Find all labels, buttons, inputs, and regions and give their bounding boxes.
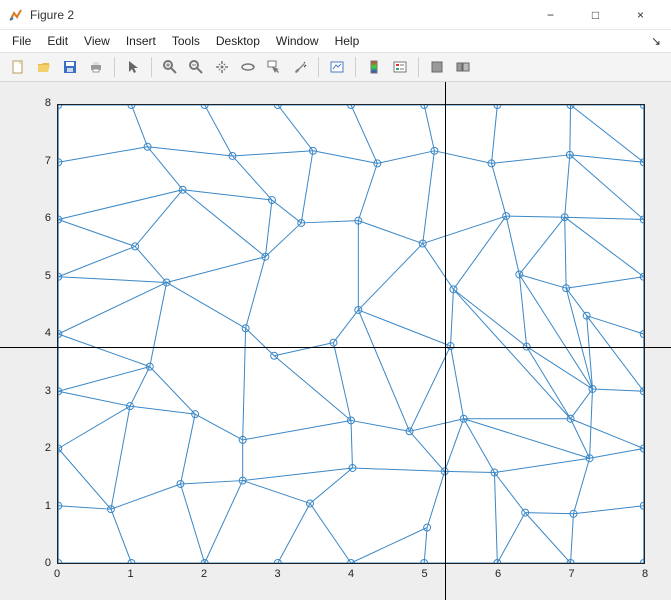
- x-tick-label: 2: [194, 568, 214, 580]
- menu-help[interactable]: Help: [329, 32, 366, 50]
- menu-desktop[interactable]: Desktop: [210, 32, 266, 50]
- show-tools-icon: [455, 59, 471, 75]
- zoom-out-button[interactable]: [184, 55, 208, 79]
- cursor-crosshair-horizontal: [0, 347, 671, 348]
- new-file-icon: [10, 59, 26, 75]
- window-title: Figure 2: [30, 8, 74, 22]
- x-tick-label: 0: [47, 568, 67, 580]
- toolbar: [0, 52, 671, 82]
- y-tick-label: 4: [31, 327, 51, 339]
- data-cursor-icon: [266, 59, 282, 75]
- y-tick-label: 5: [31, 270, 51, 282]
- legend-icon: [392, 59, 408, 75]
- x-tick-label: 4: [341, 568, 361, 580]
- toolbar-separator: [151, 57, 152, 77]
- show-plot-tools-button[interactable]: [451, 55, 475, 79]
- y-tick-label: 7: [31, 155, 51, 167]
- menubar: File Edit View Insert Tools Desktop Wind…: [0, 30, 671, 52]
- rotate-button[interactable]: [236, 55, 260, 79]
- folder-open-icon: [36, 59, 52, 75]
- minimize-button[interactable]: −: [528, 1, 573, 29]
- x-tick-label: 5: [415, 568, 435, 580]
- pan-icon: [214, 59, 230, 75]
- zoom-in-icon: [162, 59, 178, 75]
- new-figure-button[interactable]: [6, 55, 30, 79]
- toolbar-separator: [355, 57, 356, 77]
- close-button[interactable]: ×: [618, 1, 663, 29]
- hide-tools-icon: [429, 59, 445, 75]
- cursor-crosshair-vertical: [445, 82, 446, 600]
- link-icon: [329, 59, 345, 75]
- legend-button[interactable]: [388, 55, 412, 79]
- data-cursor-button[interactable]: [262, 55, 286, 79]
- menu-file[interactable]: File: [6, 32, 37, 50]
- y-tick-label: 3: [31, 385, 51, 397]
- pointer-icon: [125, 59, 141, 75]
- zoom-in-button[interactable]: [158, 55, 182, 79]
- menu-tools[interactable]: Tools: [166, 32, 206, 50]
- maximize-button[interactable]: □: [573, 1, 618, 29]
- titlebar: Figure 2 − □ ×: [0, 0, 671, 30]
- save-icon: [62, 59, 78, 75]
- toolbar-separator: [418, 57, 419, 77]
- axes[interactable]: [57, 104, 645, 564]
- x-tick-label: 7: [562, 568, 582, 580]
- pan-button[interactable]: [210, 55, 234, 79]
- menu-window[interactable]: Window: [270, 32, 325, 50]
- matlab-logo-icon: [8, 7, 24, 23]
- brush-button[interactable]: [288, 55, 312, 79]
- zoom-out-icon: [188, 59, 204, 75]
- toolbar-separator: [114, 57, 115, 77]
- y-tick-label: 8: [31, 97, 51, 109]
- x-tick-label: 3: [268, 568, 288, 580]
- y-tick-label: 6: [31, 212, 51, 224]
- brush-icon: [292, 59, 308, 75]
- colorbar-button[interactable]: [362, 55, 386, 79]
- save-button[interactable]: [58, 55, 82, 79]
- toolbar-separator: [318, 57, 319, 77]
- figure-canvas[interactable]: 012345678012345678: [0, 82, 671, 600]
- x-tick-label: 6: [488, 568, 508, 580]
- y-tick-label: 2: [31, 442, 51, 454]
- open-button[interactable]: [32, 55, 56, 79]
- y-tick-label: 1: [31, 500, 51, 512]
- rotate-icon: [240, 59, 256, 75]
- hide-plot-tools-button[interactable]: [425, 55, 449, 79]
- x-tick-label: 1: [121, 568, 141, 580]
- mesh-plot: [58, 105, 644, 563]
- colorbar-icon: [366, 59, 382, 75]
- menu-insert[interactable]: Insert: [120, 32, 162, 50]
- x-tick-label: 8: [635, 568, 655, 580]
- figure-window: Figure 2 − □ × File Edit View Insert Too…: [0, 0, 671, 600]
- print-button[interactable]: [84, 55, 108, 79]
- menu-edit[interactable]: Edit: [41, 32, 74, 50]
- pointer-button[interactable]: [121, 55, 145, 79]
- link-button[interactable]: [325, 55, 349, 79]
- menu-chevron-icon[interactable]: ↘: [651, 34, 665, 48]
- menu-view[interactable]: View: [78, 32, 116, 50]
- print-icon: [88, 59, 104, 75]
